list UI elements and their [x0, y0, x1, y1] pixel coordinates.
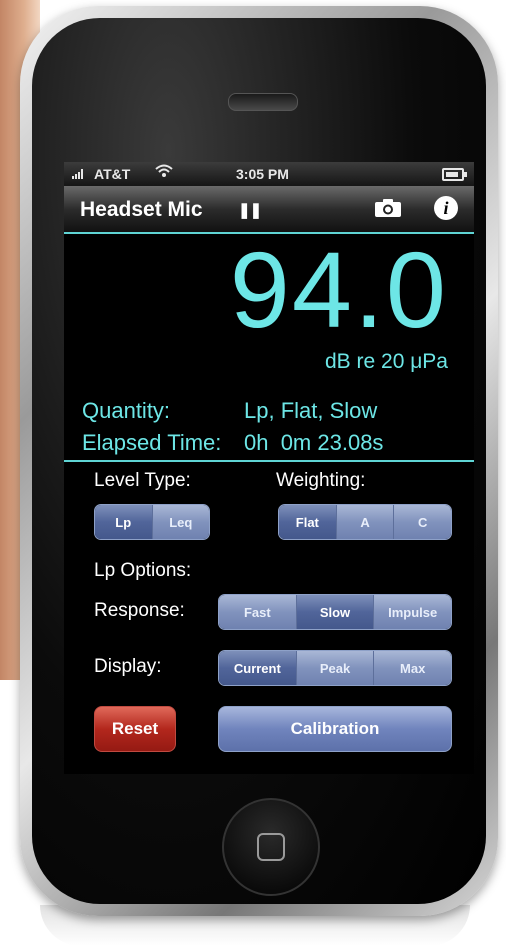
weighting-option-c[interactable]: C [394, 505, 451, 539]
quantity-row: Quantity: Lp, Flat, Slow [82, 398, 377, 424]
weighting-option-a[interactable]: A [336, 505, 395, 539]
display-option-current[interactable]: Current [219, 651, 297, 685]
reset-button[interactable]: Reset [94, 706, 176, 752]
reading-unit: dB re 20 μPa [324, 350, 448, 373]
weighting-option-flat[interactable]: Flat [279, 505, 337, 539]
camera-icon[interactable] [374, 198, 402, 218]
status-bar: AT&T 3:05 PM [64, 162, 474, 186]
sound-level-reading: 94.0 [229, 229, 448, 350]
calibration-button[interactable]: Calibration [218, 706, 452, 752]
response-segmented-control: Fast Slow Impulse [218, 594, 452, 630]
response-label: Response: [94, 600, 185, 621]
elapsed-time-value: 0h 0m 23.08s [244, 430, 384, 455]
response-option-slow[interactable]: Slow [296, 595, 375, 629]
pause-icon[interactable]: ❚❚ [238, 201, 262, 219]
input-source-title[interactable]: Headset Mic [80, 198, 203, 222]
level-type-label: Level Type: [94, 470, 191, 491]
level-type-option-lp[interactable]: Lp [95, 505, 153, 539]
weighting-segmented-control: Flat A C [278, 504, 452, 540]
signal-bars-icon [72, 166, 92, 182]
display-label: Display: [94, 656, 162, 677]
response-option-fast[interactable]: Fast [219, 595, 297, 629]
display-option-max[interactable]: Max [374, 651, 451, 685]
weighting-label: Weighting: [276, 470, 366, 491]
quantity-label: Quantity: [82, 398, 171, 423]
earpiece-speaker [228, 93, 298, 111]
battery-icon [442, 168, 467, 181]
navigation-bar: Headset Mic ❚❚ i [64, 186, 474, 234]
quantity-value: Lp, Flat, Slow [244, 398, 378, 423]
home-button[interactable] [222, 798, 320, 896]
wifi-icon [154, 163, 174, 183]
status-time: 3:05 PM [236, 166, 289, 182]
level-type-segmented-control: Lp Leq [94, 504, 210, 540]
response-option-impulse[interactable]: Impulse [374, 595, 451, 629]
home-square-icon [257, 833, 285, 861]
lp-options-label: Lp Options: [94, 560, 192, 581]
display-option-peak[interactable]: Peak [296, 651, 375, 685]
section-divider [64, 460, 474, 462]
elapsed-time-label: Elapsed Time: [82, 430, 222, 455]
display-segmented-control: Current Peak Max [218, 650, 452, 686]
app-screen: AT&T 3:05 PM Headset Mic ❚❚ i 94.0 dB re… [64, 162, 474, 774]
info-icon[interactable]: i [434, 196, 458, 220]
level-type-option-leq[interactable]: Leq [152, 505, 209, 539]
elapsed-time-row: Elapsed Time: 0h 0m 23.08s [82, 430, 383, 456]
carrier-label: AT&T [94, 166, 131, 182]
